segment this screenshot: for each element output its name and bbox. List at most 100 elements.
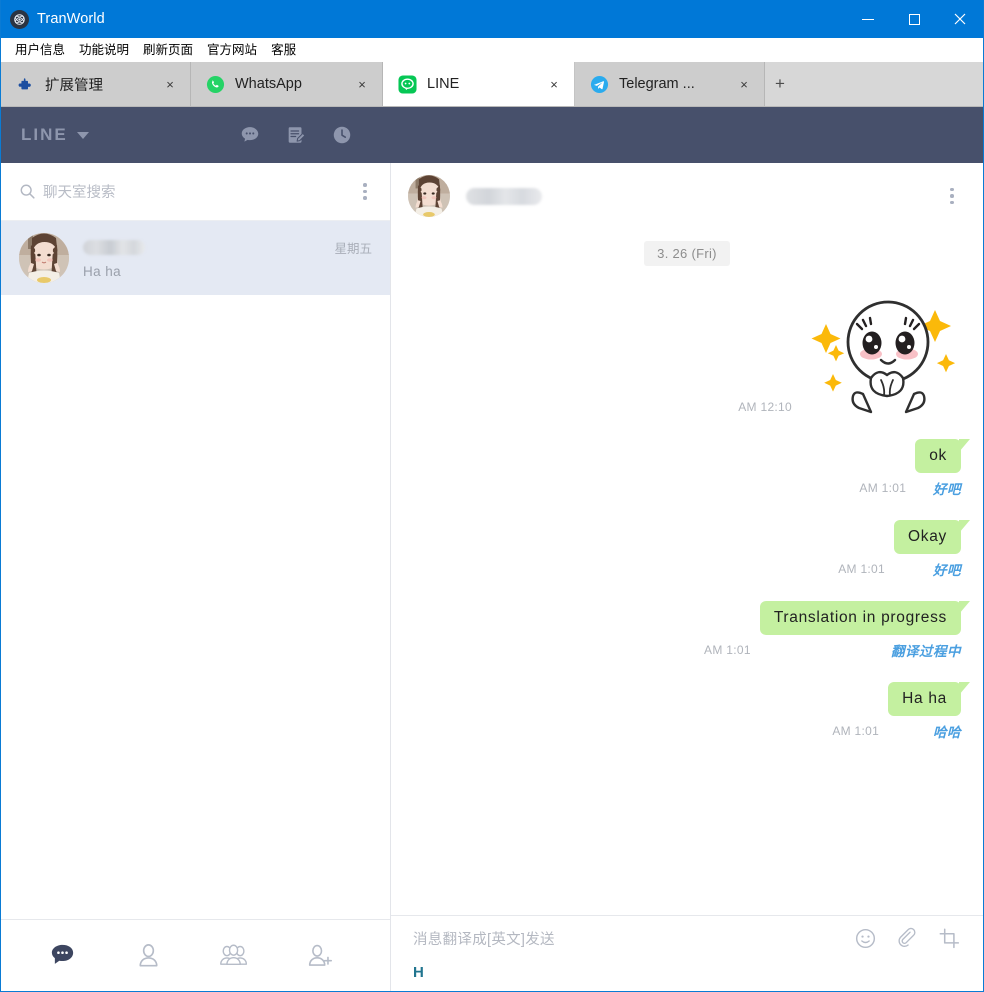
message-composer: 消息翻译成[英文]发送 H xyxy=(391,915,983,991)
menu-refresh[interactable]: 刷新页面 xyxy=(136,38,200,62)
line-header-actions xyxy=(239,124,354,147)
message-time: AM 1:01 xyxy=(859,481,907,495)
message-bubble[interactable]: Ha ha xyxy=(888,682,970,716)
date-divider: 3. 26 (Fri) xyxy=(413,241,961,266)
line-body: 聊天室搜索 星期五 Ha ha 3. 26 (Fri) AM 12:10 AM … xyxy=(1,163,983,991)
globe-atom-icon xyxy=(10,9,29,29)
sparkle-face-sticker[interactable] xyxy=(801,282,961,417)
message-row: AM 1:01 Ha ha 哈哈 xyxy=(413,682,970,741)
chat-name-redacted xyxy=(83,239,145,255)
message-bubble-wrap: Ha ha 哈哈 xyxy=(888,682,970,741)
tab-label: LINE xyxy=(427,76,460,92)
message-list: 3. 26 (Fri) AM 12:10 AM 1:01 ok 好吧 AM 1:… xyxy=(391,229,983,915)
composer-tools xyxy=(853,926,961,950)
message-input[interactable]: 消息翻译成[英文]发送 xyxy=(413,928,853,949)
window-controls xyxy=(845,0,983,38)
nav-chats-icon[interactable] xyxy=(47,941,77,971)
tab-label: 扩展管理 xyxy=(45,77,103,94)
message-translation: 好吧 xyxy=(933,563,961,578)
tab-strip-empty-area xyxy=(795,62,983,106)
conversation-name-redacted xyxy=(466,187,542,205)
tab-extension-manager[interactable]: 扩展管理 × xyxy=(1,62,191,106)
message-time: AM 1:01 xyxy=(704,643,751,657)
puzzle-icon xyxy=(15,74,36,95)
tab-close-button[interactable]: × xyxy=(735,75,753,93)
message-bubble[interactable]: ok xyxy=(915,439,970,473)
minimize-button[interactable] xyxy=(845,0,891,38)
conversation-kebab-menu-icon[interactable] xyxy=(941,185,963,207)
tab-telegram[interactable]: Telegram ... × xyxy=(575,62,765,106)
line-logo: LINE xyxy=(21,125,68,144)
nav-friends-icon[interactable] xyxy=(133,941,163,971)
minimize-icon xyxy=(862,18,874,20)
tab-strip: 扩展管理 × WhatsApp × LINE × Telegram ... × … xyxy=(1,62,983,107)
app-title: TranWorld xyxy=(37,11,105,27)
line-app: LINE 聊天室搜索 星期五 Ha ha 3. 26 (Fri) AM 12:1… xyxy=(1,107,983,991)
maximize-button[interactable] xyxy=(891,0,937,38)
tab-label: WhatsApp xyxy=(235,76,302,92)
message-row: AM 1:01 Translation in progress 翻译过程中 xyxy=(413,601,971,660)
chat-item-meta: 星期五 Ha ha xyxy=(83,238,372,279)
message-row: AM 1:01 Okay 好吧 xyxy=(413,520,970,579)
sidebar: 聊天室搜索 星期五 Ha ha xyxy=(1,163,391,991)
search-bar[interactable]: 聊天室搜索 xyxy=(1,163,390,221)
message-bubble-wrap: ok 好吧 xyxy=(915,439,970,498)
message-translation: 哈哈 xyxy=(933,725,961,740)
sidebar-nav xyxy=(1,919,390,991)
chevron-down-icon[interactable] xyxy=(76,131,89,139)
menu-bar: 用户信息 功能说明 刷新页面 官方网站 客服 xyxy=(1,38,983,62)
line-header-bar: LINE xyxy=(1,107,983,163)
clock-icon[interactable] xyxy=(331,124,354,147)
tab-close-button[interactable]: × xyxy=(161,75,179,93)
message-bubble[interactable]: Okay xyxy=(894,520,970,554)
tab-close-button[interactable]: × xyxy=(545,75,563,93)
telegram-icon xyxy=(589,74,610,95)
chat-list-item[interactable]: 星期五 Ha ha xyxy=(1,221,390,295)
message-row: AM 1:01 ok 好吧 xyxy=(413,439,970,498)
message-bubble-wrap: Translation in progress 翻译过程中 xyxy=(759,601,971,660)
composer-typed-text[interactable]: H xyxy=(413,964,961,981)
conversation-panel: 3. 26 (Fri) AM 12:10 AM 1:01 ok 好吧 AM 1:… xyxy=(391,163,983,991)
message-bubble[interactable]: Translation in progress xyxy=(759,601,971,635)
chat-bubble-icon[interactable] xyxy=(239,124,262,147)
title-bar: TranWorld xyxy=(1,0,983,38)
line-icon xyxy=(397,74,418,95)
date-divider-label: 3. 26 (Fri) xyxy=(644,241,730,266)
search-input[interactable]: 聊天室搜索 xyxy=(43,181,354,202)
menu-official-site[interactable]: 官方网站 xyxy=(200,38,264,62)
chat-item-top-row: 星期五 xyxy=(83,238,372,257)
sidebar-kebab-menu-icon[interactable] xyxy=(354,181,376,203)
close-button[interactable] xyxy=(937,0,983,38)
whatsapp-icon xyxy=(205,74,226,95)
sticker-message: AM 12:10 xyxy=(413,282,961,417)
nav-add-friend-icon[interactable] xyxy=(305,941,335,971)
conversation-avatar xyxy=(408,175,450,217)
attachment-icon[interactable] xyxy=(895,926,919,950)
menu-support[interactable]: 客服 xyxy=(264,38,303,62)
message-time: AM 1:01 xyxy=(832,724,880,738)
screenshot-icon[interactable] xyxy=(937,926,961,950)
tab-whatsapp[interactable]: WhatsApp × xyxy=(191,62,383,106)
compose-note-icon[interactable] xyxy=(285,124,308,147)
message-translation: 翻译过程中 xyxy=(891,644,961,659)
menu-features[interactable]: 功能说明 xyxy=(72,38,136,62)
menu-user-info[interactable]: 用户信息 xyxy=(8,38,72,62)
sticker-time: AM 12:10 xyxy=(738,400,792,414)
search-icon xyxy=(19,183,36,200)
emoji-icon[interactable] xyxy=(853,926,877,950)
chat-item-time: 星期五 xyxy=(334,241,372,256)
composer-top-row: 消息翻译成[英文]发送 xyxy=(413,926,961,950)
new-tab-button[interactable]: + xyxy=(765,62,795,106)
close-icon xyxy=(954,13,966,25)
conversation-header xyxy=(391,163,983,229)
message-time: AM 1:01 xyxy=(838,562,886,576)
tab-line[interactable]: LINE × xyxy=(383,62,575,106)
tab-close-button[interactable]: × xyxy=(353,75,371,93)
app-window: TranWorld 用户信息 功能说明 刷新页面 官方网站 客服 扩展管理 × … xyxy=(0,0,984,992)
title-bar-left: TranWorld xyxy=(1,9,105,29)
nav-groups-icon[interactable] xyxy=(219,941,249,971)
chat-list: 星期五 Ha ha xyxy=(1,221,390,919)
message-translation: 好吧 xyxy=(933,482,961,497)
avatar xyxy=(19,233,69,283)
